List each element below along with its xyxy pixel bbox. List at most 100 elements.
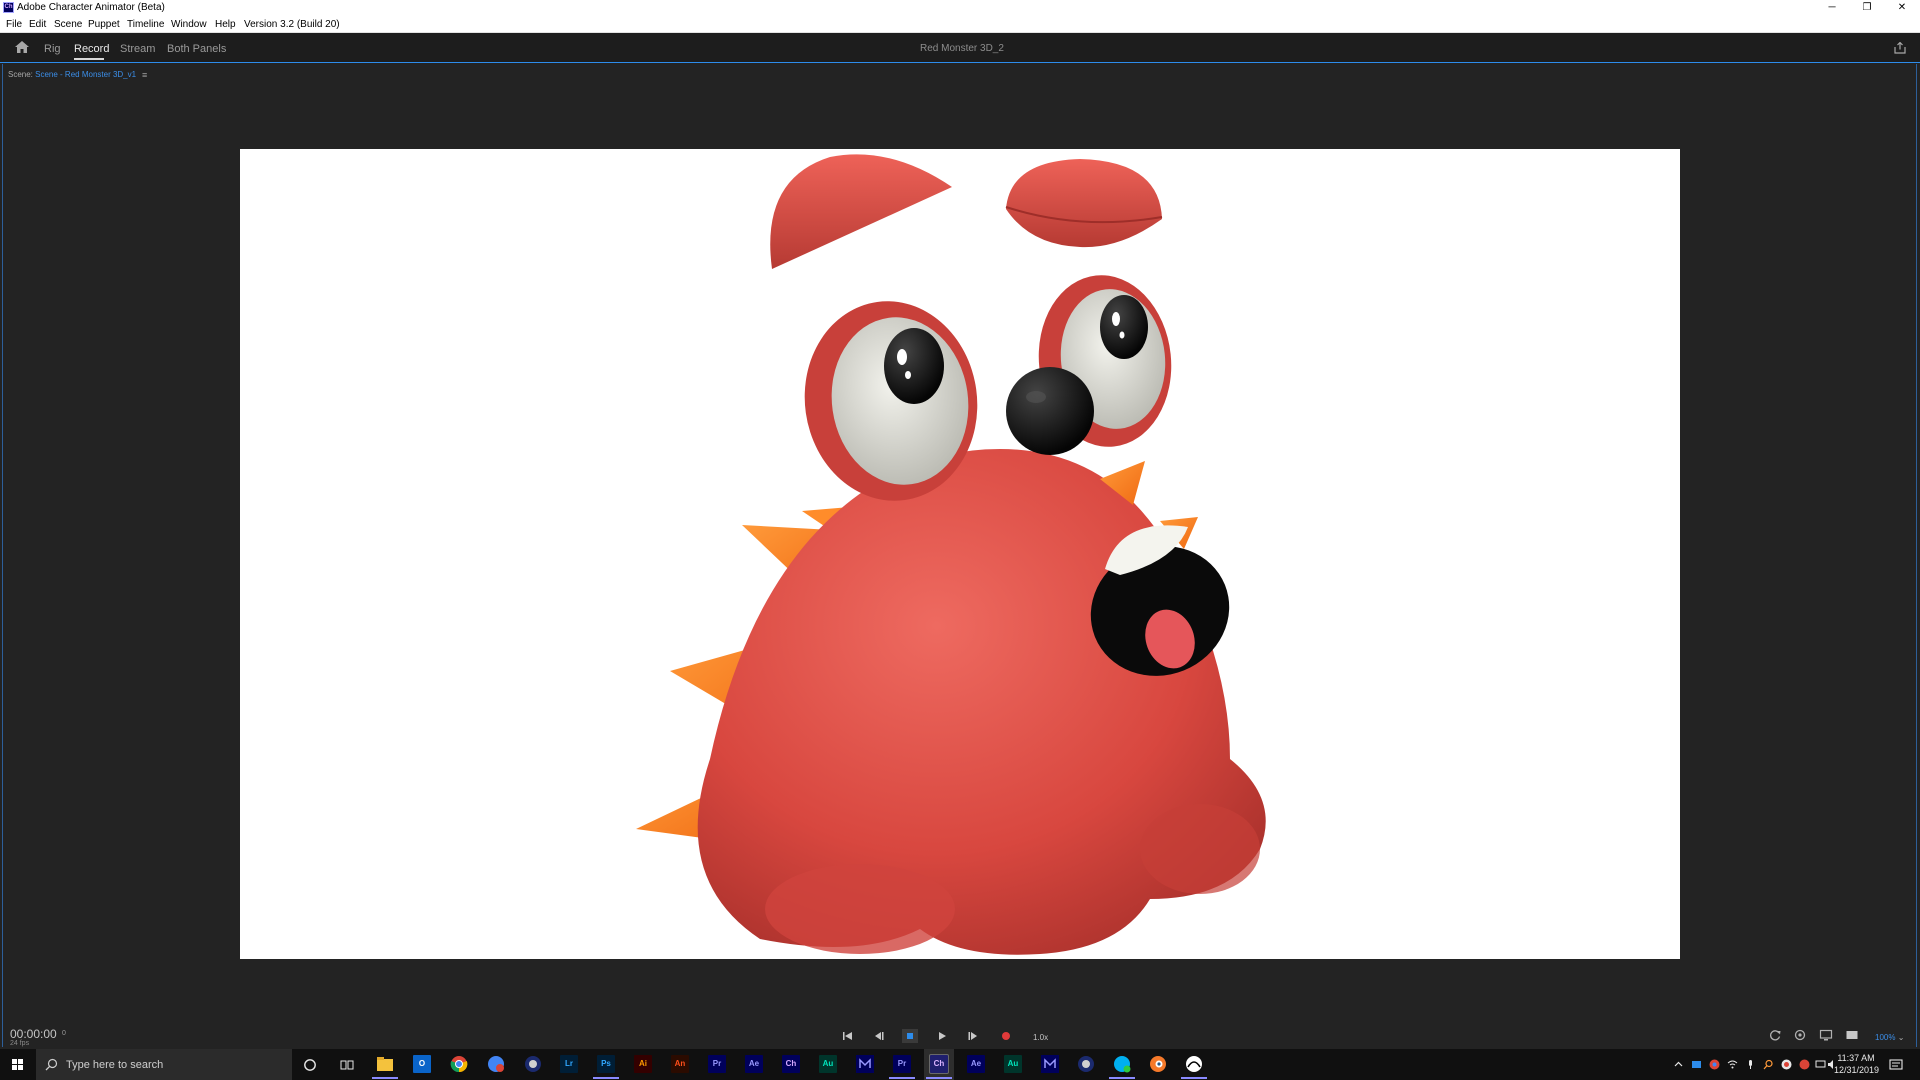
menu-scene[interactable]: Scene [54,19,82,30]
premiere-app-icon[interactable]: Pr [708,1055,726,1073]
notifications-icon[interactable] [1889,1058,1903,1072]
menu-bar: File Edit Scene Puppet Timeline Window H… [0,15,1920,33]
version-label: Version 3.2 (Build 20) [244,19,340,30]
audition-app-icon-2[interactable]: Au [1004,1055,1022,1073]
animate-app-icon[interactable]: An [671,1055,689,1073]
premiere-running-indicator [889,1077,915,1079]
display-tray-icon[interactable] [1815,1059,1826,1070]
fps-label: 24 fps [10,1040,30,1047]
camera-settings-icon[interactable] [1793,1028,1807,1042]
close-button[interactable]: ✕ [1885,0,1919,15]
search-placeholder: Type here to search [66,1059,164,1071]
chevron-down-icon: ⌄ [1897,1033,1905,1042]
project-title: Red Monster 3D_2 [920,43,1004,54]
search-icon [45,1058,58,1071]
restore-button[interactable]: ❐ [1850,0,1884,15]
audition-app-icon[interactable]: Au [819,1055,837,1073]
left-eyelid [770,154,952,269]
clock-date: 12/31/2019 [1834,1065,1880,1075]
after-effects-app-icon-2[interactable]: Ae [967,1055,985,1073]
tray-chevron-up-icon[interactable] [1673,1059,1684,1070]
taskbar-clock[interactable]: 11:37 AM 12/31/2019 [1834,1052,1880,1076]
menu-edit[interactable]: Edit [29,19,46,30]
premiere-app-icon-2[interactable]: Pr [893,1055,911,1073]
network-tray-icon[interactable] [1727,1059,1738,1070]
play-icon[interactable] [934,1029,950,1043]
record-icon[interactable] [998,1029,1014,1043]
search-tray-icon[interactable] [1763,1059,1774,1070]
cinema4d-icon-2[interactable] [1077,1055,1095,1073]
tab-both-panels[interactable]: Both Panels [167,43,226,55]
media-encoder-icon[interactable] [856,1055,874,1073]
step-forward-icon[interactable] [965,1029,981,1043]
cortana-icon[interactable] [303,1058,317,1072]
windows-taskbar: Type here to search O Lr Ps Ai An Pr Ae … [0,1049,1920,1080]
drawing-app-icon[interactable] [1185,1055,1203,1073]
scene-stage[interactable] [240,149,1680,959]
tab-record[interactable]: Record [74,43,109,55]
outlook-app-icon[interactable]: O [413,1055,431,1073]
workspace-bar: Rig Record Stream Both Panels Red Monste… [0,33,1920,62]
home-icon[interactable] [15,41,29,53]
photoshop-running-indicator [593,1077,619,1079]
drawing-app-running-indicator [1181,1077,1207,1079]
chrome-tray-icon[interactable] [1709,1059,1720,1070]
share-icon[interactable] [1894,42,1906,54]
blender-icon[interactable] [1149,1055,1167,1073]
timecode: 00:00:00 [10,1027,57,1041]
minimize-button[interactable]: ─ [1815,0,1849,15]
zoom-value: 100% [1875,1033,1896,1042]
menu-window[interactable]: Window [171,19,207,30]
stop-icon[interactable] [902,1029,918,1043]
panel-menu-icon[interactable]: ≡ [142,70,147,80]
explorer-running-indicator [372,1077,398,1079]
microphone-tray-icon[interactable] [1745,1059,1756,1070]
skype-icon[interactable] [1113,1055,1131,1073]
active-tab-indicator [74,58,104,60]
taskbar-search-box[interactable]: Type here to search [36,1049,292,1080]
lightroom-app-icon[interactable]: Lr [560,1055,578,1073]
zoom-level[interactable]: 100% ⌄ [1875,1033,1904,1042]
scene-panel-tab[interactable]: Scene: Scene - Red Monster 3D_v1 [8,70,136,79]
after-effects-app-icon[interactable]: Ae [745,1055,763,1073]
active-app-highlight [924,1049,954,1080]
file-explorer-icon[interactable] [376,1056,394,1072]
frame-counter: 0 [62,1030,66,1037]
scene-name[interactable]: Scene - Red Monster 3D_v1 [35,70,136,79]
character-animator-app-icon[interactable]: Ch [782,1055,800,1073]
right-eyelid [1005,159,1163,248]
windows-start-icon[interactable] [0,1049,36,1080]
app-tray-icon[interactable] [1799,1059,1810,1070]
refresh-icon[interactable] [1768,1028,1782,1042]
menu-file[interactable]: File [6,19,22,30]
go-to-start-icon[interactable] [840,1029,856,1043]
clock-time: 11:37 AM [1837,1053,1875,1063]
fullscreen-icon[interactable] [1845,1028,1859,1042]
tab-rig[interactable]: Rig [44,43,61,55]
window-title: Adobe Character Animator (Beta) [17,2,165,13]
monster-nose [1006,367,1094,455]
character-animator-app-icon: Ch [3,2,14,13]
photoshop-app-icon[interactable]: Ps [597,1055,615,1073]
chrome-profile-icon[interactable] [487,1055,505,1073]
dropbox-tray-icon[interactable] [1691,1059,1702,1070]
menu-help[interactable]: Help [215,19,236,30]
task-view-icon[interactable] [340,1058,354,1072]
tab-stream[interactable]: Stream [120,43,155,55]
scene-label: Scene: [8,70,36,79]
title-bar: Ch Adobe Character Animator (Beta) ─ ❐ ✕ [0,0,1920,15]
display-icon[interactable] [1819,1028,1833,1042]
security-tray-icon[interactable] [1781,1059,1792,1070]
media-encoder-icon-2[interactable] [1041,1055,1059,1073]
playback-speed[interactable]: 1.0x [1033,1033,1048,1042]
menu-puppet[interactable]: Puppet [88,19,120,30]
step-back-icon[interactable] [871,1029,887,1043]
chrome-icon[interactable] [450,1055,468,1073]
illustrator-app-icon[interactable]: Ai [634,1055,652,1073]
menu-timeline[interactable]: Timeline [127,19,164,30]
red-monster-puppet[interactable] [240,149,1680,959]
workspace-accent-line [0,62,1920,63]
skype-running-indicator [1109,1077,1135,1079]
cinema4d-icon[interactable] [524,1055,542,1073]
character-animator-running-indicator [926,1077,952,1079]
